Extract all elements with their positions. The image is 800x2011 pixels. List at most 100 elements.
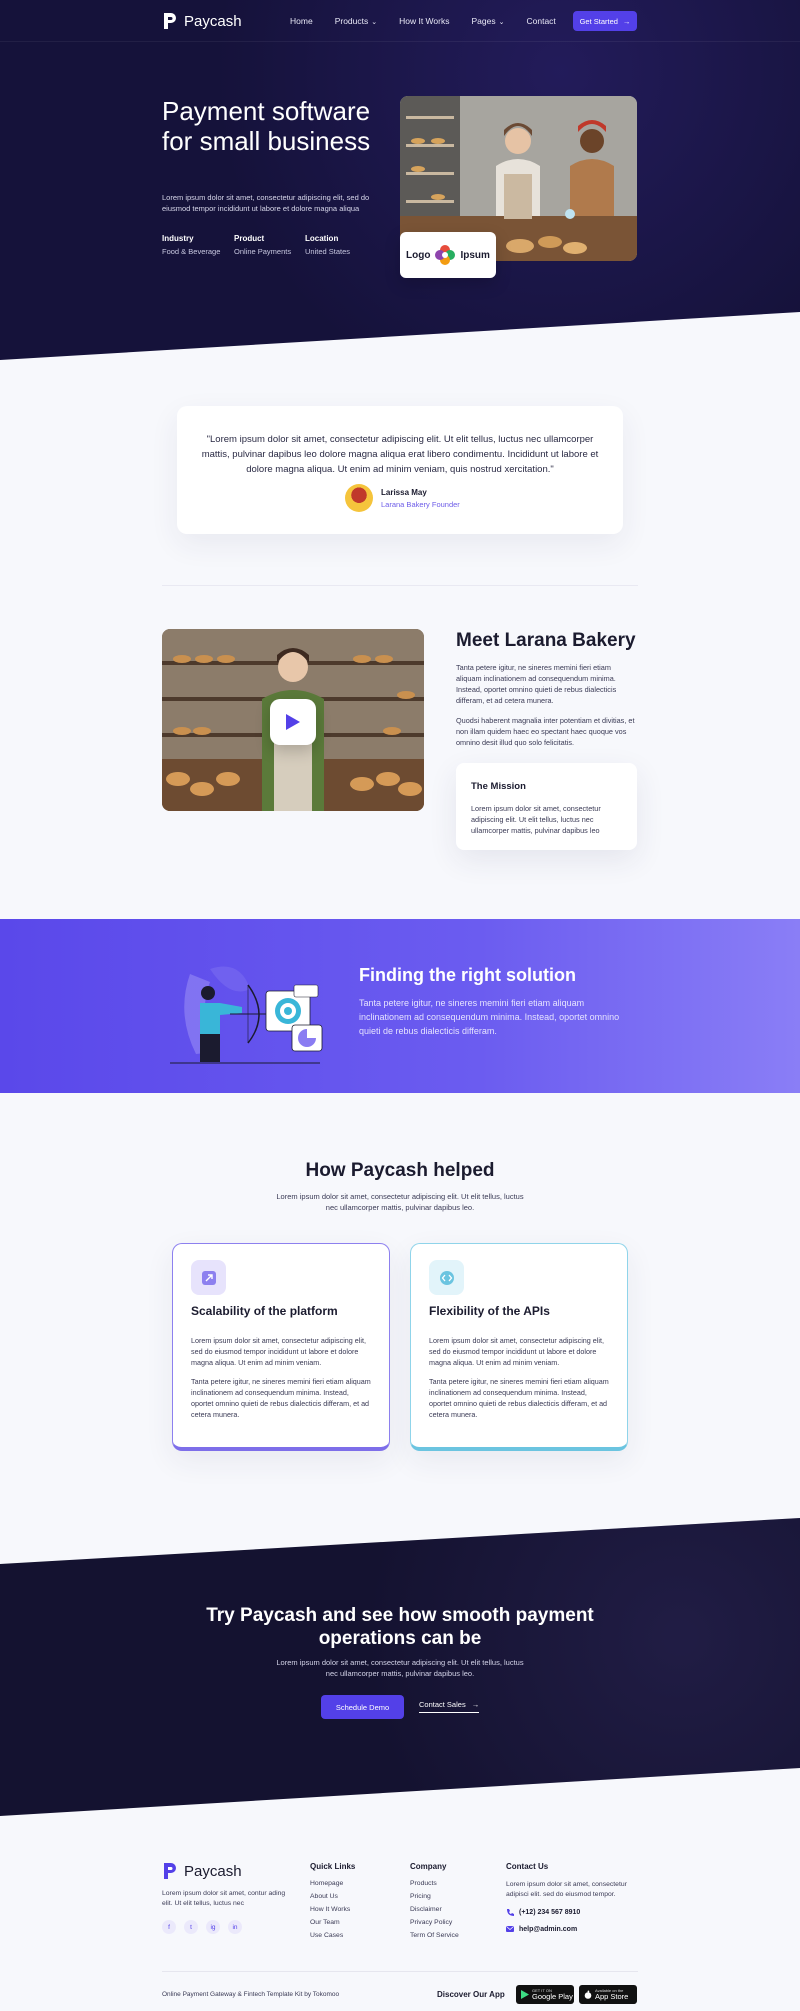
feature-text-1: Lorem ipsum dolor sit amet, consectetur … bbox=[191, 1336, 366, 1367]
nav-home[interactable]: Home bbox=[290, 16, 313, 26]
footer-link[interactable]: Term Of Service bbox=[410, 1932, 459, 1939]
schedule-demo-label: Schedule Demo bbox=[335, 1702, 390, 1712]
twitter-icon[interactable]: t bbox=[184, 1920, 198, 1934]
helped-title: How Paycash helped bbox=[305, 1160, 495, 1181]
footer-link[interactable]: Pricing bbox=[410, 1893, 459, 1900]
meta-value: Food & Beverage bbox=[162, 247, 221, 256]
meta-product: Product Online Payments bbox=[234, 234, 291, 256]
cta-subtitle: Lorem ipsum dolor sit amet, consectetur … bbox=[276, 1658, 524, 1678]
footer-link[interactable]: Use Cases bbox=[310, 1932, 355, 1939]
linkedin-icon[interactable]: in bbox=[228, 1920, 242, 1934]
avatar bbox=[345, 484, 373, 512]
logo-card-left: Logo bbox=[406, 249, 431, 261]
meta-industry: Industry Food & Beverage bbox=[162, 234, 220, 256]
testimonial-quote: "Lorem ipsum dolor sit amet, consectetur… bbox=[201, 434, 599, 475]
arrow-right-icon: → bbox=[622, 16, 631, 26]
google-play-big: Google Play bbox=[532, 1992, 573, 2001]
feature-text-1: Lorem ipsum dolor sit amet, consectetur … bbox=[429, 1336, 604, 1367]
api-code-icon bbox=[439, 1270, 454, 1285]
nav-products[interactable]: Products ⌄ bbox=[335, 16, 377, 26]
feature-text-2: Tanta petere igitur, ne sineres memini f… bbox=[429, 1377, 609, 1419]
testimonial-name: Larissa May bbox=[381, 488, 427, 497]
mission-title: The Mission bbox=[471, 781, 526, 792]
footer-contact: Contact Us Lorem ipsum dolor sit amet, c… bbox=[506, 1862, 634, 1942]
cta-title: Try Paycash and see how smooth payment o… bbox=[206, 1605, 594, 1649]
paycash-logo-icon bbox=[164, 1863, 176, 1879]
footer-phone[interactable]: (+12) 234 567 8910 bbox=[506, 1908, 634, 1916]
mission-text: Lorem ipsum dolor sit amet, consectetur … bbox=[471, 804, 601, 835]
google-play-icon bbox=[521, 1990, 529, 1999]
nav-how-it-works[interactable]: How It Works bbox=[399, 16, 449, 26]
chevron-down-icon: ⌄ bbox=[371, 19, 378, 26]
meta-label: Location bbox=[305, 234, 339, 243]
mission-card: The Mission Lorem ipsum dolor sit amet, … bbox=[456, 763, 637, 850]
solution-text: Tanta petere igitur, ne sineres memini f… bbox=[359, 998, 620, 1036]
app-store-big: App Store bbox=[595, 1992, 629, 2001]
feature-title: Flexibility of the APIs bbox=[429, 1304, 550, 1318]
google-play-badge[interactable]: GET IT ON Google Play bbox=[516, 1985, 574, 2004]
hero-subtitle: Lorem ipsum dolor sit amet, consectetur … bbox=[162, 193, 370, 213]
footer-link[interactable]: Privacy Policy bbox=[410, 1919, 459, 1926]
hero-title: Payment software for small business bbox=[162, 96, 371, 156]
footer-col-title: Quick Links bbox=[310, 1862, 356, 1871]
footer-about: Lorem ipsum dolor sit amet, contur ading… bbox=[162, 1890, 286, 1907]
paycash-logo-icon bbox=[164, 13, 176, 29]
about-title: Meet Larana Bakery bbox=[456, 630, 636, 651]
helped-subtitle: Lorem ipsum dolor sit amet, consectetur … bbox=[276, 1192, 524, 1212]
nav-contact-label: Contact bbox=[526, 16, 556, 26]
footer-link[interactable]: Disclaimer bbox=[410, 1906, 459, 1913]
footer-link[interactable]: Our Team bbox=[310, 1919, 355, 1926]
top-nav: Paycash Home Products ⌄ How It Works Page… bbox=[0, 0, 800, 42]
footer-quick-links: Quick Links Homepage About Us How It Wor… bbox=[310, 1862, 355, 1945]
nav-home-label: Home bbox=[290, 16, 313, 26]
footer-email[interactable]: help@admin.com bbox=[506, 1925, 634, 1933]
nav-pages-label: Pages bbox=[471, 16, 496, 26]
play-icon bbox=[286, 714, 300, 730]
footer-logo[interactable]: Paycash bbox=[162, 1862, 242, 1880]
app-store-badge[interactable]: Available on the App Store bbox=[579, 1985, 637, 2004]
footer-col-title: Contact Us bbox=[506, 1862, 549, 1871]
footer-col-title: Company bbox=[410, 1862, 447, 1871]
partner-logo-card: Logo Ipsum bbox=[400, 232, 496, 278]
nav-pages[interactable]: Pages ⌄ bbox=[472, 16, 505, 26]
nav-how-it-works-label: How It Works bbox=[399, 16, 450, 26]
solution-band: Finding the right solution Tanta petere … bbox=[0, 919, 800, 1093]
footer-link[interactable]: Products bbox=[410, 1880, 459, 1887]
mail-icon bbox=[506, 1926, 514, 1932]
page: Paycash Home Products ⌄ How It Works Page… bbox=[0, 0, 800, 2011]
about-paragraph-1: Tanta petere igitur, ne sineres memini f… bbox=[456, 663, 617, 705]
contact-sales-link[interactable]: Contact Sales → bbox=[419, 1700, 480, 1713]
feature-icon-box bbox=[191, 1260, 226, 1295]
get-started-label: Get Started bbox=[579, 16, 618, 26]
footer-email-value: help@admin.com bbox=[519, 1925, 578, 1933]
nav-contact[interactable]: Contact bbox=[526, 16, 555, 26]
get-started-button[interactable]: Get Started → bbox=[573, 11, 637, 31]
footer-link[interactable]: About Us bbox=[310, 1893, 355, 1900]
logo-card-right: Ipsum bbox=[460, 249, 490, 261]
archer-target-illustration bbox=[170, 966, 323, 1064]
play-button[interactable] bbox=[270, 699, 316, 745]
nav-products-label: Products bbox=[334, 16, 369, 26]
video-thumbnail[interactable] bbox=[162, 629, 424, 811]
footer-divider bbox=[162, 1971, 638, 1972]
meta-value: United States bbox=[305, 247, 351, 256]
feature-text-2: Tanta petere igitur, ne sineres memini f… bbox=[191, 1377, 371, 1419]
footer-link[interactable]: How It Works bbox=[310, 1906, 355, 1913]
meta-label: Product bbox=[234, 234, 265, 243]
instagram-icon[interactable]: ig bbox=[206, 1920, 220, 1934]
brand-logo[interactable]: Paycash bbox=[162, 12, 242, 30]
feature-card-scalability: Scalability of the platform Lorem ipsum … bbox=[172, 1243, 390, 1451]
testimonial-card: "Lorem ipsum dolor sit amet, consectetur… bbox=[177, 406, 623, 534]
feature-card-apis: Flexibility of the APIs Lorem ipsum dolo… bbox=[410, 1243, 628, 1451]
footer-link[interactable]: Homepage bbox=[310, 1880, 355, 1887]
feature-icon-box bbox=[429, 1260, 464, 1295]
schedule-demo-button[interactable]: Schedule Demo bbox=[321, 1695, 404, 1719]
footer-company: Company Products Pricing Disclaimer Priv… bbox=[410, 1862, 459, 1945]
facebook-icon[interactable]: f bbox=[162, 1920, 176, 1934]
arrow-right-icon: → bbox=[471, 1700, 480, 1709]
meta-location: Location United States bbox=[305, 234, 350, 256]
meta-value: Online Payments bbox=[234, 247, 292, 256]
contact-sales-label: Contact Sales bbox=[419, 1700, 466, 1709]
brand-name: Paycash bbox=[184, 12, 242, 30]
footer-brand-name: Paycash bbox=[184, 1862, 242, 1880]
